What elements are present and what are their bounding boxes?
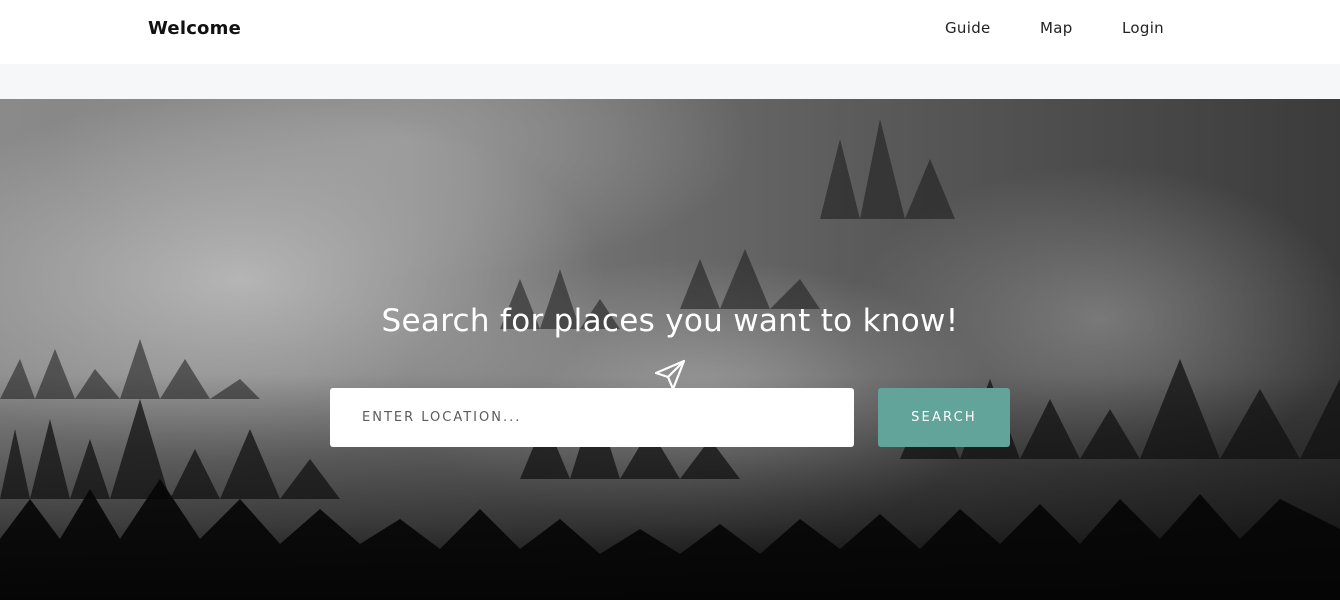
sub-navbar-strip	[0, 64, 1340, 99]
brand-logo-link[interactable]: Welcome	[148, 16, 241, 42]
nav-link-login[interactable]: Login	[1122, 16, 1164, 40]
nav-link-guide[interactable]: Guide	[945, 16, 991, 40]
top-navbar: Welcome Guide Map Login	[0, 0, 1340, 64]
foggy-forest-background	[0, 119, 1340, 600]
search-button[interactable]: SEARCH	[878, 388, 1010, 447]
hero-title: Search for places you want to know!	[381, 303, 959, 339]
location-search-input[interactable]	[330, 388, 854, 447]
hero-section: Search for places you want to know!	[0, 99, 1340, 600]
paper-plane-icon	[654, 359, 686, 391]
nav-link-map[interactable]: Map	[1040, 16, 1073, 40]
